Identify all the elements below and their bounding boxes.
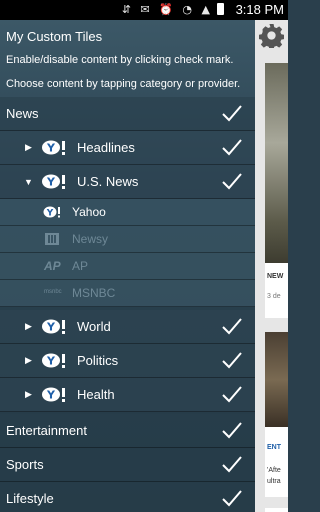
content-preview-strip[interactable]: NEW 3 de ENT 'Afte ultra <box>255 20 288 512</box>
yahoo-logo-icon: Y <box>42 387 65 402</box>
status-icons: ⇵ ✉ ⏰ ◔ ▲ <box>122 3 224 16</box>
subcategory-row-politics[interactable]: ▶ Y Politics <box>0 344 255 378</box>
subcategory-row-health[interactable]: ▶ Y Health <box>0 378 255 412</box>
provider-row-yahoo[interactable]: Y Yahoo <box>0 199 255 226</box>
panel-title: My Custom Tiles <box>6 29 103 44</box>
subcategory-row-world[interactable]: ▶ Y World <box>0 310 255 344</box>
status-time: 3:18 PM <box>235 2 284 17</box>
category-label: Entertainment <box>6 423 87 438</box>
subcategory-label: World <box>77 319 111 334</box>
provider-label: AP <box>72 259 89 273</box>
svg-text:Y: Y <box>46 176 56 189</box>
checkmark-icon[interactable] <box>221 316 243 336</box>
article-card[interactable] <box>265 508 288 512</box>
expand-arrow-icon[interactable]: ▶ <box>25 321 32 332</box>
article-image <box>265 63 288 263</box>
category-row-lifestyle[interactable]: Lifestyle <box>0 482 255 512</box>
status-bar: ⇵ ✉ ⏰ ◔ ▲ 3:18 PM <box>0 0 288 20</box>
battery-icon <box>217 3 224 15</box>
checkmark-icon[interactable] <box>221 384 243 404</box>
subcategory-label: U.S. News <box>77 174 139 189</box>
article-headline: ultra <box>267 478 281 485</box>
provider-row-ap[interactable]: AP AP <box>0 253 255 280</box>
subcategory-label: Health <box>77 387 115 402</box>
checkmark-icon[interactable] <box>221 420 243 440</box>
category-row-entertainment[interactable]: Entertainment <box>0 414 255 448</box>
checkmark-icon[interactable] <box>221 454 243 474</box>
svg-text:Y: Y <box>46 389 56 402</box>
article-time: 3 de <box>267 293 281 300</box>
provider-label: Yahoo <box>72 205 106 219</box>
category-label: News <box>6 106 39 121</box>
subcategory-label: Headlines <box>77 140 135 155</box>
provider-label: Newsy <box>72 232 109 246</box>
article-image <box>265 332 288 427</box>
category-label: Lifestyle <box>6 491 54 506</box>
yahoo-logo-icon: Y <box>42 319 65 334</box>
custom-tiles-panel: My Custom Tiles Enable/disable content b… <box>0 20 255 512</box>
panel-description-line-1: Enable/disable content by clicking check… <box>6 54 234 66</box>
panel-description-line-2: Choose content by tapping category or pr… <box>6 78 241 90</box>
provider-label: MSNBC <box>72 286 116 300</box>
article-card[interactable]: ENT 'Afte ultra <box>265 332 288 497</box>
svg-text:Y: Y <box>46 142 56 155</box>
collapse-arrow-icon[interactable]: ▼ <box>24 177 33 187</box>
yahoo-logo-icon: Y <box>42 140 65 155</box>
expand-arrow-icon[interactable]: ▶ <box>25 389 32 400</box>
svg-text:Y: Y <box>46 209 54 219</box>
yahoo-logo-icon: Y <box>42 353 65 368</box>
checkmark-icon[interactable] <box>221 171 243 191</box>
newsy-logo-icon <box>45 233 59 245</box>
checkmark-icon[interactable] <box>221 103 243 123</box>
checkmark-icon[interactable] <box>221 488 243 508</box>
ap-logo-icon: AP <box>44 259 61 273</box>
subcategory-row-us-news[interactable]: ▼ Y U.S. News <box>0 165 255 199</box>
article-tag: ENT <box>267 444 281 451</box>
subcategory-label: Politics <box>77 353 119 368</box>
article-headline: 'Afte <box>267 467 281 474</box>
article-tag: NEW <box>267 273 284 280</box>
subcategory-row-headlines[interactable]: ▶ Y Headlines <box>0 131 255 165</box>
provider-row-newsy[interactable]: Newsy <box>0 226 255 253</box>
svg-text:Y: Y <box>46 321 56 334</box>
category-row-news[interactable]: News <box>0 97 255 131</box>
msnbc-logo-icon: msnbc <box>44 289 62 295</box>
expand-arrow-icon[interactable]: ▶ <box>25 355 32 366</box>
article-card[interactable]: NEW 3 de <box>265 63 288 318</box>
category-row-sports[interactable]: Sports <box>0 448 255 482</box>
svg-text:Y: Y <box>46 355 56 368</box>
gear-icon[interactable] <box>259 23 284 48</box>
expand-arrow-icon[interactable]: ▶ <box>25 142 32 153</box>
provider-row-msnbc[interactable]: msnbc MSNBC <box>0 280 255 307</box>
checkmark-icon[interactable] <box>221 350 243 370</box>
category-label: Sports <box>6 457 44 472</box>
yahoo-logo-icon: Y <box>42 174 65 189</box>
checkmark-icon[interactable] <box>221 137 243 157</box>
yahoo-logo-icon: Y <box>43 206 60 219</box>
